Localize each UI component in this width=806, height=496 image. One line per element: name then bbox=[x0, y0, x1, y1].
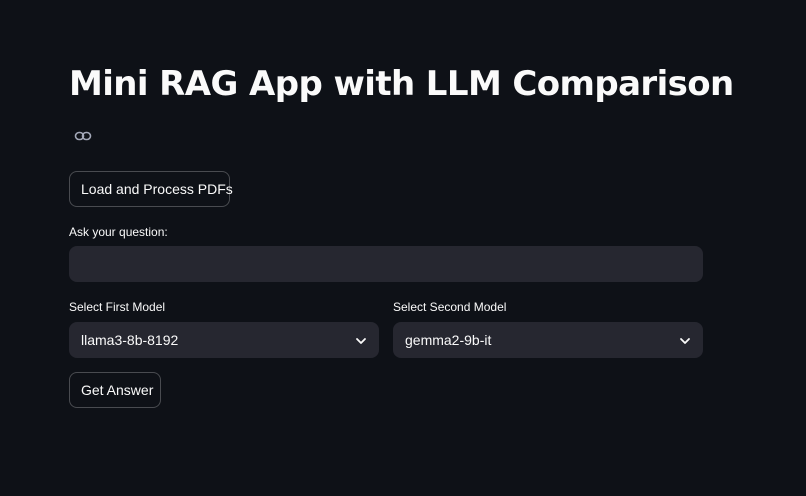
chevron-down-icon bbox=[679, 334, 691, 346]
link-icon[interactable] bbox=[74, 128, 92, 144]
first-model-label: Select First Model bbox=[69, 300, 166, 314]
first-model-select[interactable]: llama3-8b-8192 bbox=[69, 322, 379, 358]
page-title: Mini RAG App with LLM Comparison bbox=[69, 64, 734, 104]
second-model-select[interactable]: gemma2-9b-it bbox=[393, 322, 703, 358]
question-input[interactable] bbox=[69, 246, 703, 282]
question-label: Ask your question: bbox=[69, 225, 168, 239]
second-model-value: gemma2-9b-it bbox=[405, 332, 492, 348]
get-answer-button[interactable]: Get Answer bbox=[69, 372, 161, 408]
second-model-label: Select Second Model bbox=[393, 300, 507, 314]
load-pdfs-button[interactable]: Load and Process PDFs bbox=[69, 171, 233, 207]
first-model-value: llama3-8b-8192 bbox=[81, 332, 179, 348]
chevron-down-icon bbox=[355, 334, 367, 346]
